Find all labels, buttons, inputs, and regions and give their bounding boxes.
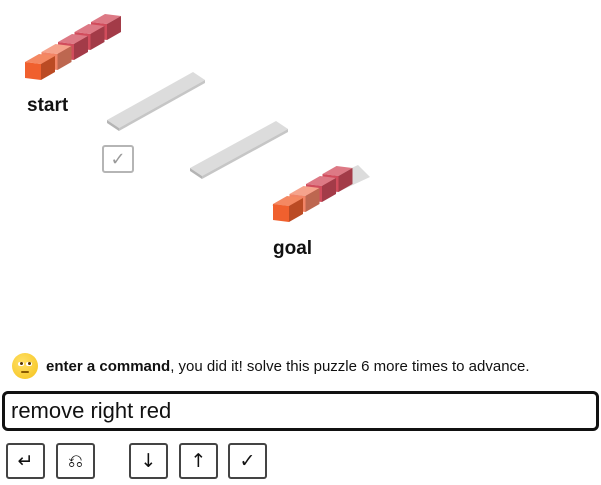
goal-block-stack: [273, 166, 353, 222]
status-prompt: enter a command: [46, 357, 171, 375]
puzzle-scene: [25, 14, 370, 222]
status-message: , you did it! solve this puzzle 6 more t…: [170, 357, 530, 375]
scroll-down-button[interactable]: ↓: [129, 443, 168, 479]
command-input[interactable]: [2, 391, 599, 431]
empty-step-slab: [190, 121, 288, 179]
start-label: start: [27, 95, 69, 116]
check-button[interactable]: ✓: [228, 443, 267, 479]
empty-step-slab: [107, 72, 205, 131]
block-orange: [25, 54, 55, 80]
status-line: enter a command, you did it! solve this …: [12, 352, 530, 380]
block-orange: [273, 196, 303, 222]
undo-button[interactable]: ⎌: [56, 443, 95, 479]
face-with-rolling-eyes-icon: [12, 353, 38, 379]
scroll-up-button[interactable]: ↑: [179, 443, 218, 479]
step-done-checkbox[interactable]: ✓: [102, 145, 134, 173]
goal-label: goal: [273, 238, 313, 259]
start-block-stack: [25, 14, 121, 80]
submit-button[interactable]: ↵: [6, 443, 45, 479]
